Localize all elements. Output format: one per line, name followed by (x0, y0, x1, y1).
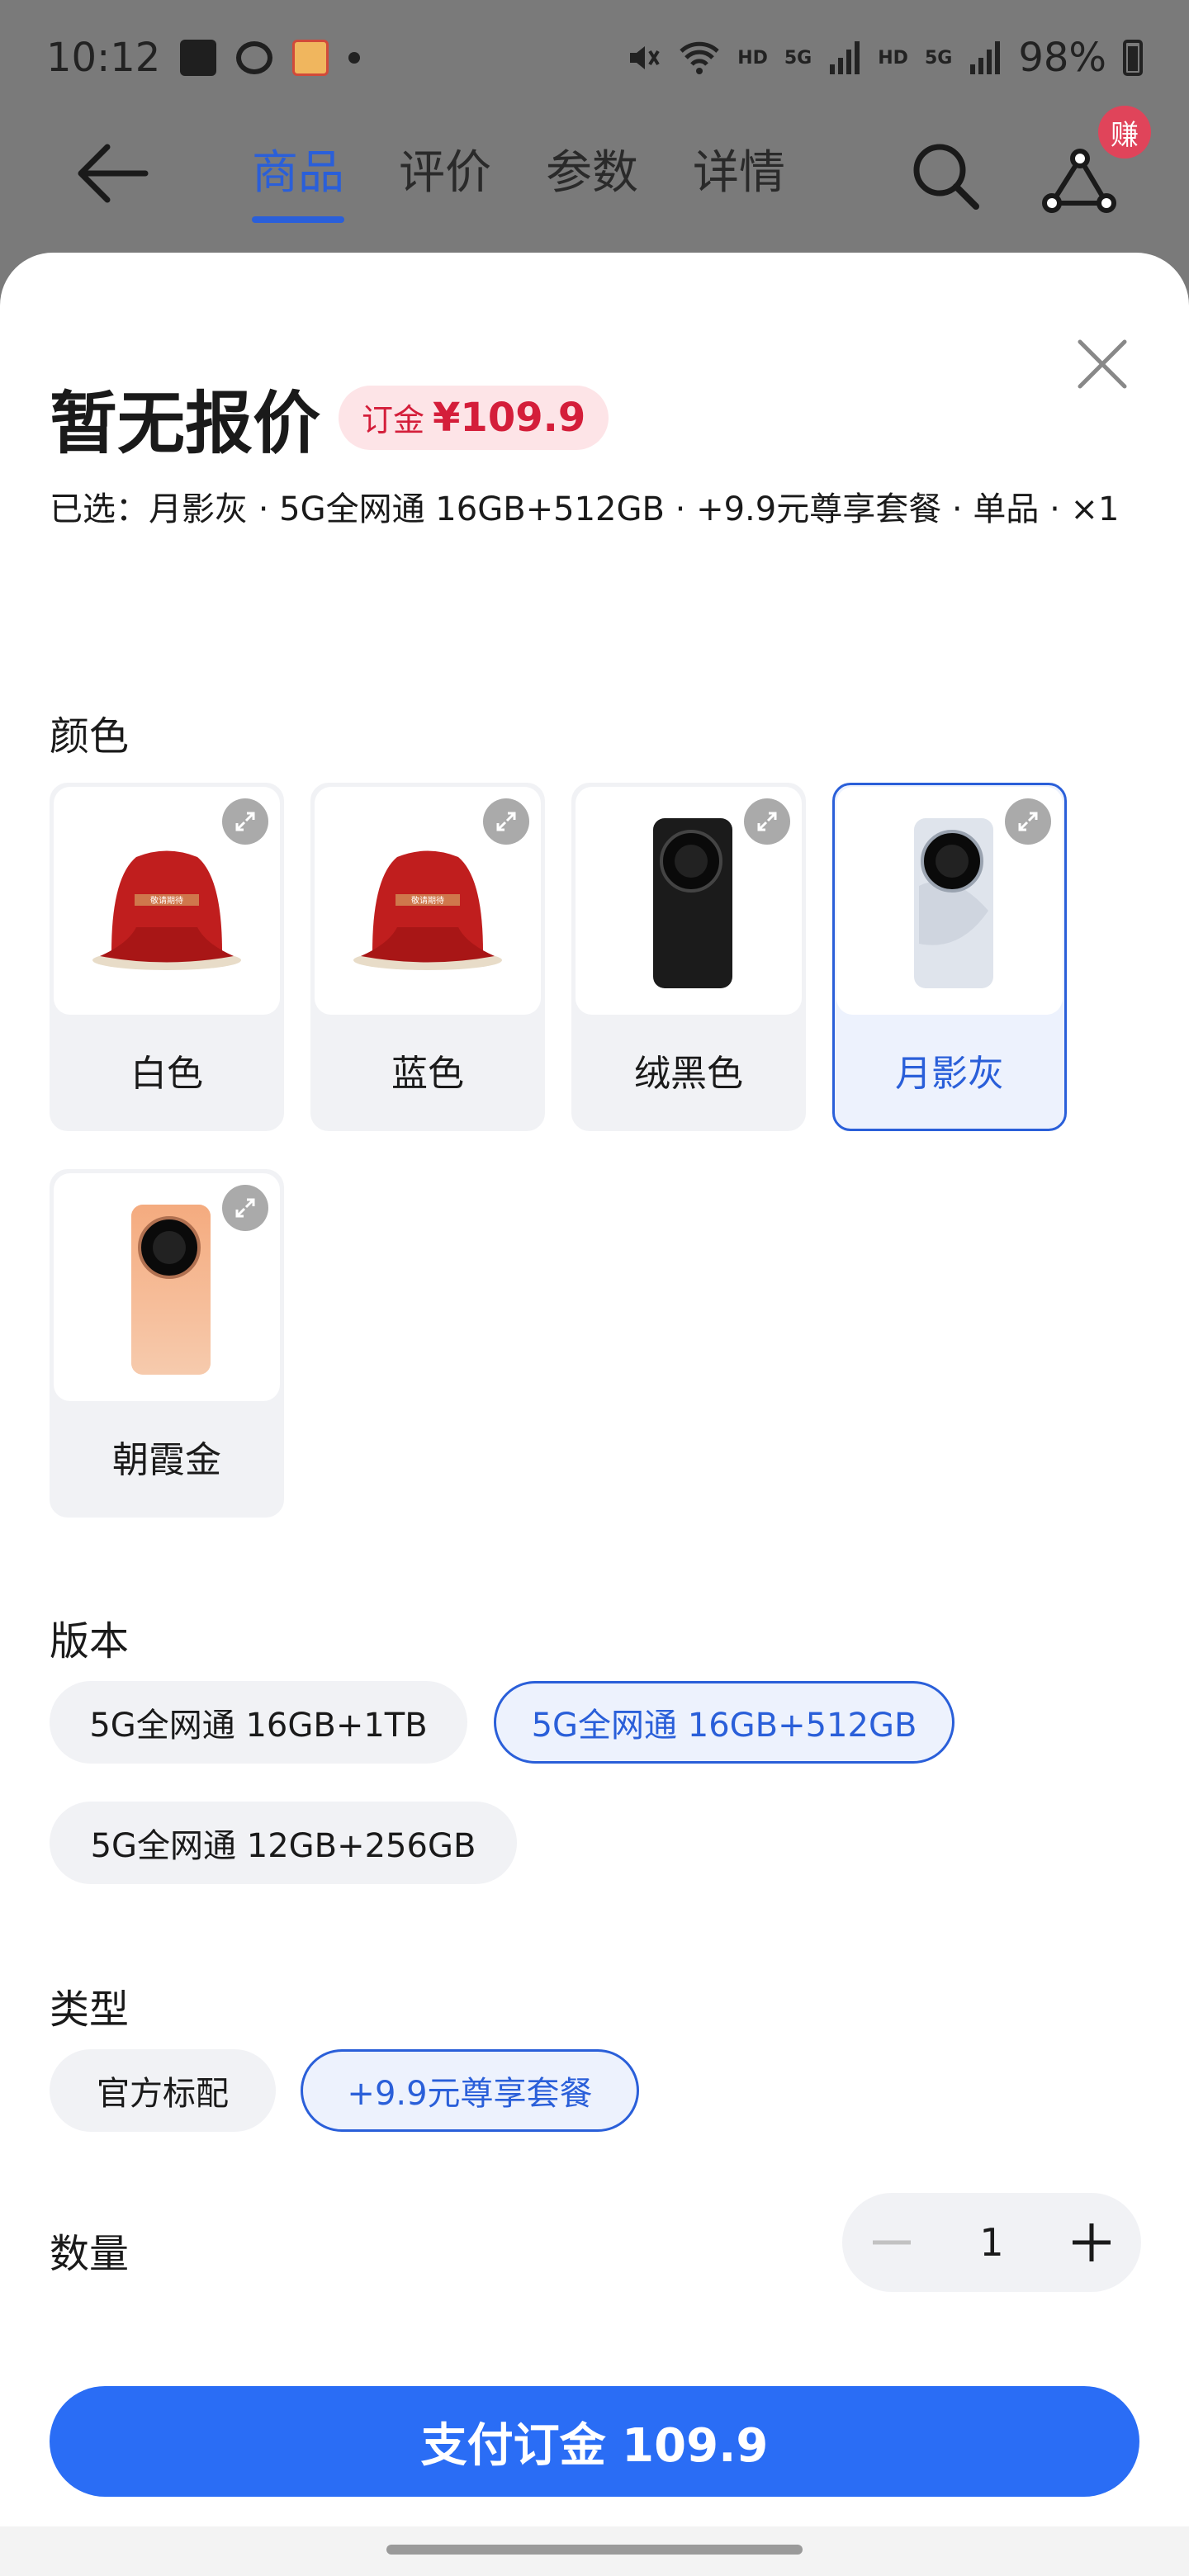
version-option-16gb-512gb[interactable]: 5G全网通 16GB+512GB (494, 1681, 955, 1764)
back-arrow-icon[interactable] (74, 140, 149, 206)
status-bar: 10:12 HD 5G HD 5G 98% (0, 0, 1189, 116)
tab-specs[interactable]: 参数 (546, 140, 638, 223)
deposit-badge: 订金 ¥109.9 (339, 385, 609, 450)
home-gesture-bar[interactable] (386, 2545, 803, 2555)
network-label: HD (878, 47, 908, 69)
battery-icon (1123, 40, 1143, 76)
status-time: 10:12 (46, 35, 161, 81)
color-option-label: 蓝色 (391, 1053, 464, 1095)
expand-icon[interactable] (483, 798, 529, 845)
app-notification-icon (292, 40, 329, 76)
price-row: 暂无报价 订金 ¥109.9 (50, 368, 609, 466)
tab-product[interactable]: 商品 (252, 140, 344, 223)
network-label: 5G (924, 47, 953, 69)
veil-text: 敬请期待 (150, 895, 183, 906)
color-option-black[interactable]: 绒黑色 (571, 783, 806, 1131)
share-icon[interactable] (1042, 149, 1116, 215)
color-option-label: 绒黑色 (634, 1053, 743, 1095)
color-option-label: 月影灰 (895, 1053, 1004, 1095)
minus-icon (873, 2240, 911, 2245)
color-option-blue[interactable]: 敬请期待 蓝色 (310, 783, 545, 1131)
selected-summary: 已选：月影灰 · 5G全网通 16GB+512GB · +9.9元尊享套餐 · … (50, 490, 1120, 528)
product-image: 敬请期待 (54, 787, 280, 1015)
weibo-icon (236, 41, 273, 74)
version-option-16gb-1tb[interactable]: 5G全网通 16GB+1TB (50, 1681, 467, 1764)
color-option-label: 白色 (130, 1053, 203, 1095)
price-title: 暂无报价 (50, 385, 321, 463)
expand-icon[interactable] (1005, 798, 1051, 845)
tab-reviews[interactable]: 评价 (399, 140, 491, 223)
decrease-button[interactable] (842, 2193, 941, 2292)
color-option-white[interactable]: 敬请期待 白色 (50, 783, 284, 1131)
quantity-stepper: 1 (842, 2193, 1141, 2292)
version-section-title: 版本 (50, 1618, 130, 1664)
sku-selector-sheet: 暂无报价 订金 ¥109.9 已选：月影灰 · 5G全网通 16GB+512GB… (0, 253, 1189, 2576)
color-option-label: 朝霞金 (112, 1439, 221, 1481)
type-section-title: 类型 (50, 1986, 130, 2033)
network-label: 5G (784, 47, 812, 69)
search-icon[interactable] (908, 139, 983, 213)
gallery-icon (180, 40, 217, 76)
signal-icon (830, 41, 860, 74)
plus-icon (1073, 2223, 1111, 2261)
type-option-standard[interactable]: 官方标配 (50, 2049, 276, 2132)
deposit-label: 订金 (362, 402, 425, 438)
product-image: 敬请期待 (315, 787, 541, 1015)
expand-icon[interactable] (222, 798, 268, 845)
pay-deposit-button[interactable]: 支付订金 109.9 (50, 2386, 1139, 2497)
mute-icon (630, 46, 660, 69)
top-nav: 商品 评价 参数 详情 (0, 116, 1189, 231)
color-option-moon-grey[interactable]: 月影灰 (832, 783, 1067, 1131)
product-image (54, 1173, 280, 1401)
veil-text: 敬请期待 (411, 895, 444, 906)
color-option-gold[interactable]: 朝霞金 (50, 1169, 284, 1518)
signal-icon (970, 41, 1001, 74)
tab-bar: 商品 评价 参数 详情 (252, 140, 785, 223)
wifi-icon (680, 41, 719, 74)
tab-details[interactable]: 详情 (693, 140, 785, 223)
expand-icon[interactable] (744, 798, 790, 845)
color-section-title: 颜色 (50, 713, 130, 760)
type-option-premium-package[interactable]: +9.9元尊享套餐 (301, 2049, 639, 2132)
status-right: HD 5G HD 5G 98% (625, 35, 1143, 81)
deposit-value: ¥109.9 (433, 394, 586, 441)
network-label: HD (737, 47, 768, 69)
increase-button[interactable] (1042, 2193, 1141, 2292)
pay-button-label: 支付订金 109.9 (420, 2418, 769, 2473)
battery-percent: 98% (1018, 35, 1106, 81)
status-left: 10:12 (46, 35, 361, 81)
earn-badge[interactable]: 赚 (1098, 106, 1151, 159)
close-icon[interactable] (1073, 335, 1131, 393)
product-image (836, 787, 1063, 1015)
expand-icon[interactable] (222, 1185, 268, 1231)
quantity-value: 1 (979, 2220, 1004, 2265)
product-image (576, 787, 802, 1015)
version-option-12gb-256gb[interactable]: 5G全网通 12GB+256GB (50, 1802, 517, 1884)
quantity-title: 数量 (50, 2231, 130, 2277)
more-notifications-dot-icon (348, 52, 361, 64)
